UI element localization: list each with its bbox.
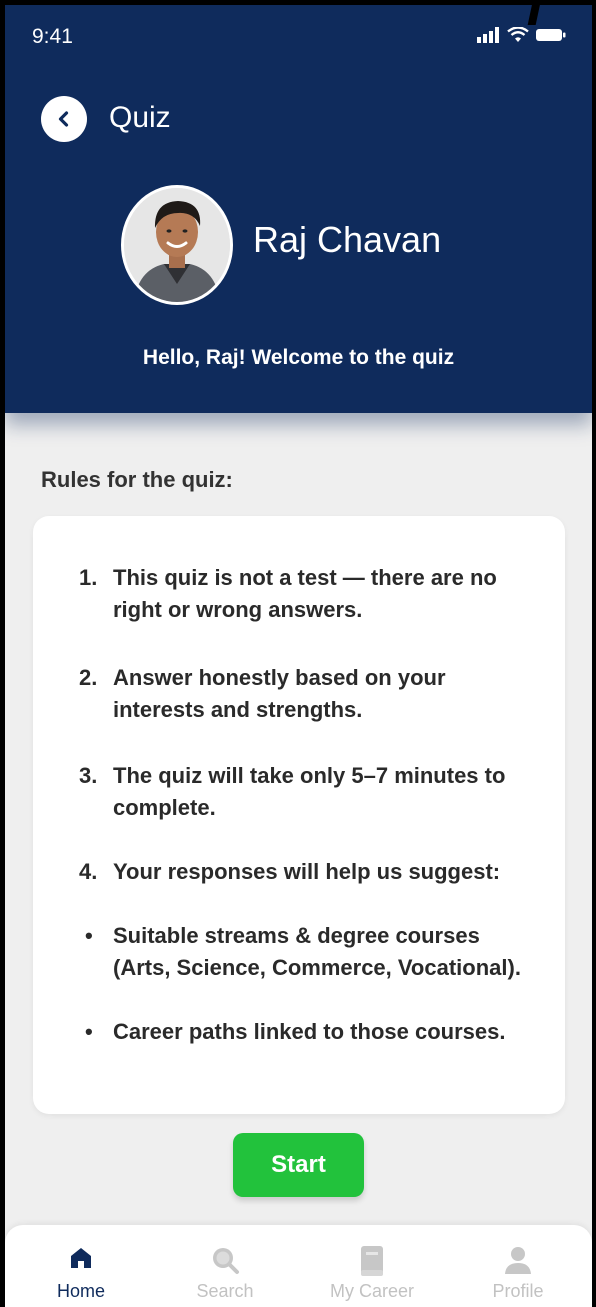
user-name: Raj Chavan	[253, 219, 442, 260]
nav-label: Profile	[492, 1281, 544, 1301]
status-time: 9:41	[32, 25, 73, 48]
rule-number: 2.	[79, 665, 98, 690]
rule-text: Answer honestly based on your interests …	[113, 665, 446, 722]
bullet-dot: •	[85, 923, 93, 948]
bottom-nav: Home Search My Career Profile	[5, 1225, 592, 1307]
back-button[interactable]	[41, 96, 87, 142]
signal-icon	[477, 27, 499, 43]
nav-label: Home	[56, 1281, 105, 1301]
bullet-dot: •	[85, 1019, 93, 1044]
nav-label: My Career	[329, 1281, 414, 1301]
rule-item: 4. Your responses will help us suggest:	[79, 856, 519, 888]
rule-text: Your responses will help us suggest:	[113, 859, 501, 884]
home-icon	[68, 1245, 94, 1276]
rule-number: 3.	[79, 763, 98, 788]
nav-label: Search	[196, 1281, 254, 1301]
book-icon	[359, 1245, 385, 1282]
rules-heading: Rules for the quiz:	[41, 467, 233, 492]
rule-item: 3. The quiz will take only 5–7 minutes t…	[79, 760, 519, 824]
avatar	[121, 185, 233, 305]
profile-photo	[124, 188, 230, 302]
status-bar: 9:41	[5, 5, 592, 65]
nav-my-career[interactable]: My Career	[312, 1225, 432, 1307]
nav-search[interactable]: Search	[165, 1225, 285, 1307]
battery-icon	[536, 29, 566, 41]
rule-bullet: • Career paths linked to those courses.	[85, 1016, 525, 1048]
start-button[interactable]: Start	[233, 1133, 364, 1197]
welcome-message: Hello, Raj! Welcome to the quiz	[142, 346, 455, 369]
page-title: Quiz	[109, 101, 171, 134]
nav-profile[interactable]: Profile	[458, 1225, 578, 1307]
wifi-icon	[507, 27, 529, 42]
rule-text: The quiz will take only 5–7 minutes to c…	[113, 763, 506, 820]
nav-home[interactable]: Home	[21, 1225, 141, 1307]
status-icons	[477, 27, 567, 43]
rules-card: 1. This quiz is not a test — there are n…	[33, 516, 565, 1114]
bullet-text: Suitable streams & degree courses (Arts,…	[113, 923, 521, 980]
person-icon	[504, 1245, 532, 1280]
rule-text: This quiz is not a test — there are no r…	[113, 565, 497, 622]
phone-screen: 9:41 Quiz Raj Chavan Hello, Raj! Welcome…	[5, 5, 592, 1307]
notch-mark	[527, 5, 541, 25]
rule-number: 4.	[79, 859, 98, 884]
search-icon	[210, 1245, 240, 1280]
bullet-text: Career paths linked to those courses.	[113, 1019, 506, 1044]
rule-item: 2. Answer honestly based on your interes…	[79, 662, 519, 726]
rule-number: 1.	[79, 565, 98, 590]
header: 9:41 Quiz Raj Chavan Hello, Raj! Welcome…	[5, 5, 592, 413]
rule-item: 1. This quiz is not a test — there are n…	[79, 562, 519, 626]
chevron-left-icon	[58, 111, 69, 127]
rule-bullet: • Suitable streams & degree courses (Art…	[85, 920, 525, 984]
